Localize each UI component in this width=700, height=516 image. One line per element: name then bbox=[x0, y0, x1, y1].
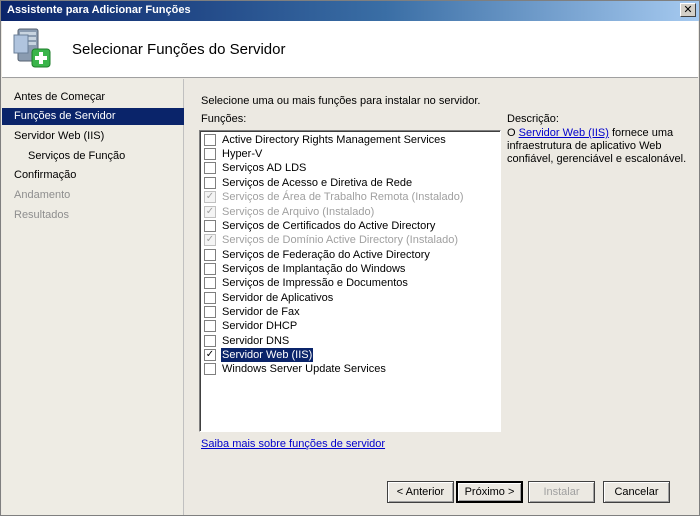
role-checkbox[interactable] bbox=[204, 263, 216, 275]
role-checkbox[interactable] bbox=[204, 162, 216, 174]
nav-step-progress: Andamento bbox=[14, 189, 71, 201]
role-label: Serviços de Federação do Active Director… bbox=[222, 249, 430, 261]
role-label: Windows Server Update Services bbox=[222, 363, 386, 375]
role-checkbox: ✓ bbox=[204, 206, 216, 218]
functions-label: Funções: bbox=[201, 113, 247, 125]
close-icon: ✕ bbox=[683, 3, 693, 16]
back-button[interactable]: < Anterior bbox=[387, 481, 454, 503]
server-add-icon bbox=[13, 28, 51, 68]
content-pane: Selecione uma ou mais funções para insta… bbox=[185, 79, 699, 515]
role-checkbox[interactable] bbox=[204, 320, 216, 332]
role-label: Serviços AD LDS bbox=[222, 162, 307, 174]
role-label: Servidor Web (IIS) bbox=[219, 347, 315, 363]
role-label: Servidor de Aplicativos bbox=[222, 292, 334, 304]
description-text: O Servidor Web (IIS) fornece uma infraes… bbox=[507, 127, 693, 166]
nav-step-server-roles[interactable]: Funções de Servidor bbox=[2, 108, 184, 125]
role-label: Serviços de Certificados do Active Direc… bbox=[222, 220, 436, 232]
role-label: Servidor DNS bbox=[222, 335, 290, 347]
role-checkbox[interactable]: ✓ bbox=[204, 349, 216, 361]
role-label: Serviços de Implantação do Windows bbox=[222, 263, 406, 275]
role-label: Serviços de Impressão e Documentos bbox=[222, 277, 408, 289]
role-checkbox[interactable] bbox=[204, 292, 216, 304]
role-label: Servidor DHCP bbox=[222, 320, 298, 332]
roles-listbox[interactable]: Active Directory Rights Management Servi… bbox=[199, 130, 501, 432]
nav-step-web-server[interactable]: Servidor Web (IIS) bbox=[2, 128, 184, 145]
cancel-button[interactable]: Cancelar bbox=[603, 481, 670, 503]
role-checkbox[interactable] bbox=[204, 177, 216, 189]
role-label: Active Directory Rights Management Servi… bbox=[222, 134, 446, 146]
role-checkbox[interactable] bbox=[204, 306, 216, 318]
description-link[interactable]: Servidor Web (IIS) bbox=[519, 127, 609, 139]
role-checkbox[interactable] bbox=[204, 134, 216, 146]
nav-step-results: Resultados bbox=[14, 209, 70, 221]
role-checkbox[interactable] bbox=[204, 220, 216, 232]
window-title: Assistente para Adicionar Funções bbox=[7, 4, 191, 16]
role-checkbox[interactable] bbox=[204, 277, 216, 289]
role-label: Hyper-V bbox=[222, 148, 263, 160]
role-checkbox: ✓ bbox=[204, 234, 216, 246]
nav-step-before-you-begin[interactable]: Antes de Começar bbox=[2, 89, 184, 106]
role-label: Serviços de Acesso e Diretiva de Rede bbox=[222, 177, 413, 189]
role-checkbox: ✓ bbox=[204, 191, 216, 203]
title-bar[interactable]: Assistente para Adicionar Funções ✕ bbox=[1, 1, 699, 21]
page-title: Selecionar Funções do Servidor bbox=[72, 41, 286, 58]
close-button[interactable]: ✕ bbox=[680, 3, 696, 17]
nav-step-confirmation[interactable]: Confirmação bbox=[2, 167, 184, 184]
description-label: Descrição: bbox=[507, 113, 559, 125]
role-checkbox[interactable] bbox=[204, 363, 216, 375]
role-checkbox[interactable] bbox=[204, 249, 216, 261]
wizard-window: Assistente para Adicionar Funções ✕ Sele… bbox=[0, 0, 700, 516]
role-label: Serviços de Arquivo (Instalado) bbox=[222, 206, 375, 218]
next-button[interactable]: Próximo > bbox=[456, 481, 523, 503]
role-label: Servidor de Fax bbox=[222, 306, 300, 318]
install-button: Instalar bbox=[528, 481, 595, 503]
learn-more-link[interactable]: Saiba mais sobre funções de servidor bbox=[201, 438, 385, 450]
wizard-steps-nav: Antes de Começar Funções de Servidor Ser… bbox=[2, 79, 184, 515]
wizard-header: Selecionar Funções do Servidor bbox=[2, 21, 698, 78]
nav-step-role-services[interactable]: Serviços de Função bbox=[2, 148, 184, 165]
intro-text: Selecione uma ou mais funções para insta… bbox=[201, 95, 481, 107]
description-prefix: O bbox=[507, 127, 519, 139]
role-checkbox[interactable] bbox=[204, 148, 216, 160]
role-label: Serviços de Área de Trabalho Remota (Ins… bbox=[222, 191, 464, 203]
role-checkbox[interactable] bbox=[204, 335, 216, 347]
role-label: Serviços de Domínio Active Directory (In… bbox=[222, 234, 458, 246]
